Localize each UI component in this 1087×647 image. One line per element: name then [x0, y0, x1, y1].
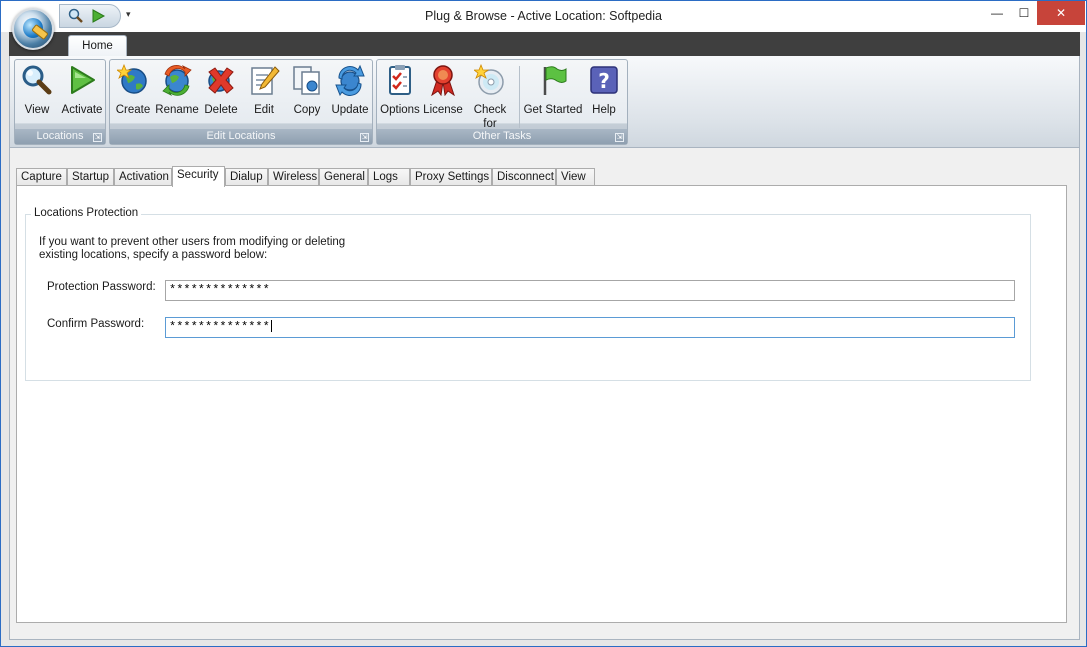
- view-button[interactable]: View: [17, 62, 57, 130]
- edit-document-icon: [251, 66, 280, 95]
- svg-text:?: ?: [598, 69, 610, 93]
- globe-new-icon: [117, 64, 147, 94]
- license-label: License: [423, 104, 463, 116]
- activate-label: Activate: [61, 104, 103, 116]
- cd-disc-icon: [474, 64, 504, 95]
- protection-password-label: Protection Password:: [47, 281, 156, 293]
- create-button[interactable]: Create: [112, 62, 154, 130]
- rename-globe-icon: [162, 64, 192, 96]
- play-arrow-icon: [71, 66, 95, 94]
- group-label-edit-locations: Edit Locations ⇲: [110, 129, 372, 144]
- get-started-button[interactable]: Get Started: [522, 62, 584, 130]
- help-button[interactable]: ? Help: [586, 62, 622, 130]
- ribbon-separator: [519, 66, 520, 128]
- rename-button[interactable]: Rename: [154, 62, 200, 130]
- info-line: existing locations, specify a password b…: [39, 249, 268, 261]
- delete-label: Delete: [204, 104, 238, 116]
- ribbon-group-locations: View Activate Locations ⇲: [14, 59, 106, 145]
- info-line: If you want to prevent other users from …: [39, 236, 346, 248]
- app-menu-orb-icon[interactable]: [12, 8, 54, 50]
- copy-label: Copy: [293, 104, 321, 116]
- tab-security[interactable]: Security: [172, 166, 225, 187]
- app-window: ▾ Plug & Browse - Active Location: Softp…: [0, 0, 1087, 647]
- help-question-icon: ?: [590, 66, 618, 94]
- text-caret: [270, 320, 272, 332]
- confirm-password-label: Confirm Password:: [47, 318, 145, 330]
- info-text: If you want to prevent other users from …: [39, 236, 399, 262]
- view-label: View: [24, 104, 50, 116]
- rename-label: Rename: [155, 104, 199, 116]
- security-tab-panel: Locations Protection If you want to prev…: [16, 185, 1067, 623]
- magnifier-icon: [22, 65, 52, 95]
- update-label: Update: [331, 104, 369, 116]
- edit-button[interactable]: Edit: [244, 62, 284, 130]
- license-button[interactable]: License: [422, 62, 464, 130]
- award-ribbon-icon: [431, 65, 455, 96]
- activate-button[interactable]: Activate: [59, 62, 105, 130]
- dialog-launcher-icon[interactable]: ⇲: [360, 133, 369, 142]
- confirm-password-field[interactable]: **************: [165, 317, 1015, 338]
- title-bar[interactable]: ▾ Plug & Browse - Active Location: Softp…: [1, 1, 1086, 32]
- update-button[interactable]: Update: [328, 62, 372, 130]
- maximize-button[interactable]: ☐: [1009, 1, 1039, 25]
- group-label-other-tasks: Other Tasks ⇲: [377, 129, 627, 144]
- checklist-icon: [389, 65, 411, 95]
- dialog-launcher-icon[interactable]: ⇲: [93, 133, 102, 142]
- copy-button[interactable]: Copy: [286, 62, 328, 130]
- ribbon-tab-home[interactable]: Home: [68, 35, 127, 57]
- get-started-label: Get Started: [523, 104, 583, 116]
- create-label: Create: [115, 104, 151, 116]
- protection-password-field[interactable]: **************: [165, 280, 1015, 301]
- minimize-button[interactable]: —: [982, 1, 1012, 25]
- help-label: Help: [592, 104, 616, 116]
- dialog-launcher-icon[interactable]: ⇲: [615, 133, 624, 142]
- group-title: Locations Protection: [31, 207, 142, 219]
- ribbon: View Activate Locations ⇲ Create Rename …: [9, 56, 1080, 148]
- locations-protection-group: Locations Protection If you want to prev…: [25, 207, 1031, 381]
- close-button[interactable]: ✕: [1037, 1, 1085, 25]
- options-label: Options: [380, 104, 420, 116]
- main-content: Capture Startup Activation Security Dial…: [9, 148, 1080, 640]
- group-label-locations: Locations ⇲: [15, 129, 105, 144]
- delete-x-icon: [208, 67, 234, 94]
- options-button[interactable]: Options: [378, 62, 422, 130]
- ribbon-group-other-tasks: Options License Check for Update: [376, 59, 628, 145]
- delete-button[interactable]: Delete: [200, 62, 242, 130]
- copy-documents-icon: [293, 66, 320, 95]
- edit-label: Edit: [254, 104, 274, 116]
- window-title: Plug & Browse - Active Location: Softped…: [425, 9, 662, 23]
- green-flag-icon: [543, 66, 567, 95]
- ribbon-tab-strip: Home: [9, 32, 1080, 57]
- update-refresh-icon: [335, 64, 365, 96]
- ribbon-group-edit-locations: Create Rename Delete Edit Copy Update Ed…: [109, 59, 373, 145]
